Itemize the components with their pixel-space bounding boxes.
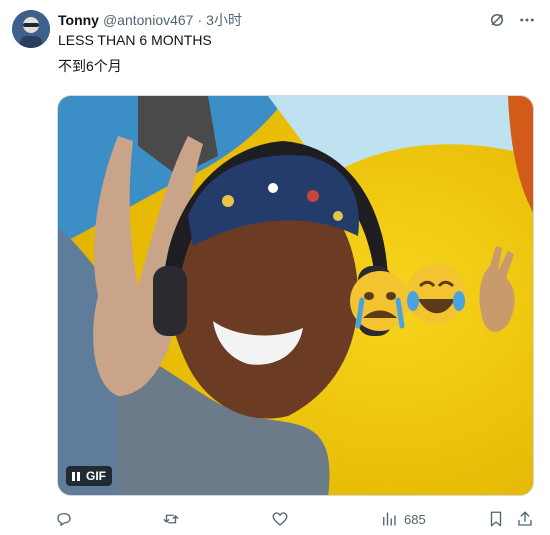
more-options-icon[interactable]	[518, 11, 536, 29]
post-actions-bar: 685	[55, 508, 536, 530]
post-header: Tonny @antoniov467 · 3小时	[58, 10, 536, 30]
post-text-line-2: 不到6个月	[58, 58, 122, 74]
bookmark-button[interactable]	[487, 508, 505, 530]
heart-icon	[272, 512, 288, 526]
repost-icon	[163, 514, 179, 524]
post-text-line-1: LESS THAN 6 MONTHS	[58, 32, 212, 48]
views-button[interactable]: 685	[380, 508, 426, 530]
author-display-name[interactable]: Tonny	[58, 12, 99, 28]
views-chart-icon	[383, 512, 396, 526]
bookmark-icon	[490, 511, 502, 527]
like-button[interactable]	[271, 508, 289, 530]
share-icon	[518, 511, 532, 526]
header-actions	[488, 11, 536, 29]
author-avatar[interactable]	[12, 10, 50, 48]
repost-button[interactable]	[162, 508, 180, 530]
gif-media[interactable]	[57, 95, 534, 496]
header-separator: ·	[197, 12, 203, 28]
reply-button[interactable]	[55, 508, 73, 530]
post-timestamp[interactable]: 3小时	[206, 10, 242, 30]
pause-icon[interactable]	[72, 471, 80, 481]
grok-icon[interactable]	[488, 11, 506, 29]
author-handle[interactable]: @antoniov467	[103, 12, 194, 28]
gif-badge[interactable]: GIF	[66, 466, 112, 486]
gif-label: GIF	[86, 469, 106, 483]
post-card[interactable]: Tonny @antoniov467 · 3小时 LESS THAN 6 MON…	[0, 0, 550, 535]
reply-icon	[57, 513, 71, 527]
share-button[interactable]	[516, 508, 534, 530]
gif-frame-image	[58, 96, 533, 495]
views-count: 685	[404, 511, 426, 527]
